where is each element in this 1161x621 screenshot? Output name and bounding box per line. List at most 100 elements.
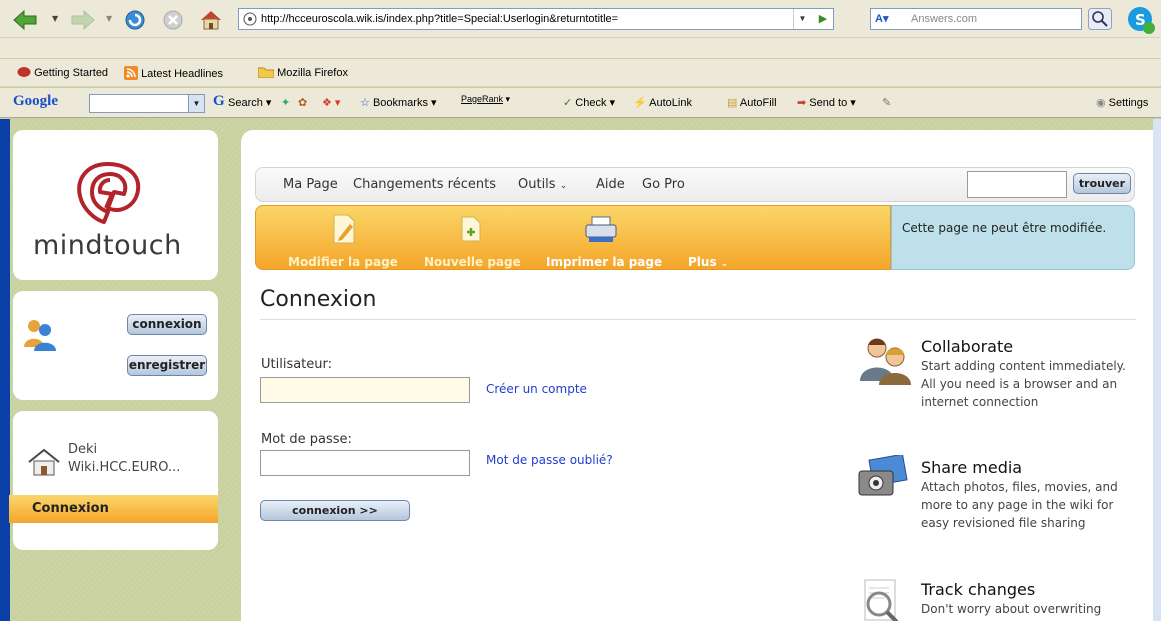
autofill-label: AutoFill (739, 97, 777, 109)
bookmark-latest-headlines[interactable]: Latest Headlines (124, 66, 223, 80)
mindtouch-logo-icon[interactable] (68, 158, 148, 228)
url-history-dropdown-icon[interactable]: ▼ (793, 9, 811, 29)
user-card: connexion enregistrer (13, 291, 218, 400)
skype-icon[interactable]: S (1126, 5, 1156, 35)
nav-help[interactable]: Aide (596, 177, 625, 192)
feature-share-media: Share media Attach photos, files, movies… (921, 458, 1131, 532)
firefox-bookmark-icon (17, 67, 31, 77)
password-label: Mot de passe: (261, 432, 352, 447)
forward-dropdown-icon[interactable]: ▼ (106, 14, 112, 23)
stop-icon[interactable] (160, 9, 186, 31)
nav-recent-changes[interactable]: Changements récents (353, 177, 496, 192)
autolink-label: AutoLink (649, 97, 692, 109)
feature-text: Don't worry about overwriting (921, 602, 1102, 616)
highlighter-icon[interactable]: ✎ (882, 96, 891, 109)
send-to-label: Send to (809, 97, 848, 109)
go-icon[interactable]: ▶ (813, 9, 833, 29)
home-page-link[interactable]: Deki Wiki.HCC.EURO... (68, 441, 208, 477)
google-logo[interactable]: Google (13, 93, 58, 110)
bookmark-getting-started[interactable]: Getting Started (17, 66, 108, 79)
back-dropdown-icon[interactable]: ▼ (52, 14, 58, 23)
browser-toolbar: ▼ ▼ http://hcceuroscola.wik.is/index.php… (0, 0, 1161, 58)
google-search-button[interactable]: Search ▾ (228, 96, 271, 109)
print-page-button[interactable]: Imprimer la page (546, 255, 662, 269)
top-navigation: Ma Page Changements récents Outils ⌄ Aid… (255, 167, 1135, 202)
autolink-button[interactable]: ⚡ AutoLink (633, 96, 692, 109)
password-field[interactable] (260, 450, 470, 476)
windows-logo-icon[interactable]: ❖ ▾ (322, 96, 340, 109)
bookmark-mozilla-firefox[interactable]: Mozilla Firefox (257, 66, 348, 79)
forgot-password-link[interactable]: Mot de passe oublié? (486, 453, 613, 467)
users-icon (24, 320, 56, 351)
chevron-down-icon: ⌄ (559, 181, 568, 191)
reload-icon[interactable] (122, 9, 148, 31)
spell-check-button[interactable]: ✓ Check ▾ (563, 96, 615, 109)
mindtouch-logo-text[interactable]: mindtouch (33, 230, 182, 261)
people-icon (860, 338, 911, 385)
google-g-icon: G (213, 93, 225, 109)
rss-feed-icon (124, 66, 138, 80)
chevron-down-icon: ⌄ (720, 259, 729, 269)
feature-title: Share media (921, 458, 1023, 477)
new-page-button[interactable]: Nouvelle page (424, 255, 521, 269)
search-go-icon[interactable] (1088, 8, 1112, 30)
print-page-icon (585, 216, 617, 242)
google-settings-button[interactable]: ◉ Settings (1096, 96, 1148, 109)
google-search-dropdown-icon[interactable]: ▼ (188, 95, 204, 112)
google-search-input[interactable]: ▼ (89, 94, 205, 113)
back-icon[interactable] (12, 9, 38, 31)
bookmarks-toolbar: Getting Started Latest Headlines Mozilla… (0, 59, 1161, 87)
register-button[interactable]: enregistrer (127, 355, 207, 376)
pagerank-indicator[interactable]: PageRank ▾ (461, 94, 510, 105)
send-arrow-icon: ➡ (797, 97, 807, 109)
title-divider (260, 319, 1136, 320)
content-panel: Ma Page Changements récents Outils ⌄ Aid… (241, 130, 1161, 621)
search-input[interactable] (967, 171, 1067, 198)
folder-icon (257, 67, 275, 79)
nav-go-pro[interactable]: Go Pro (642, 177, 685, 192)
settings-label: Settings (1108, 97, 1149, 109)
page-left-border (0, 119, 10, 621)
feature-track-changes: Track changes Don't worry about overwrit… (921, 580, 1131, 618)
google-search-label: Search (228, 97, 263, 109)
current-page-item[interactable]: Connexion (9, 495, 218, 523)
read-only-notice: Cette page ne peut être modifiée. (891, 205, 1135, 270)
search-engine-box[interactable]: A▾ Answers.com (870, 8, 1082, 30)
google-bookmarks-button[interactable]: ☆ Bookmarks ▾ (360, 96, 437, 109)
search-placeholder: Answers.com (911, 13, 978, 25)
news-icon[interactable]: ✦ (281, 96, 290, 109)
username-field[interactable] (260, 377, 470, 403)
answers-engine-icon[interactable]: A▾ (875, 9, 888, 29)
login-submit-button[interactable]: connexion >> (260, 500, 410, 521)
forward-icon[interactable] (70, 9, 96, 31)
vertical-scrollbar[interactable] (1153, 119, 1161, 621)
home-icon[interactable] (198, 9, 224, 31)
pagerank-label: PageRank (461, 94, 504, 104)
more-menu-button[interactable]: Plus ⌄ (688, 255, 728, 269)
new-page-icon (461, 216, 481, 242)
tools-label: Outils (518, 177, 556, 192)
username-label: Utilisateur: (261, 357, 333, 372)
feature-title: Track changes (921, 580, 1036, 599)
bookmark-label: Latest Headlines (141, 68, 224, 80)
settings-circle-icon: ◉ (1096, 97, 1106, 109)
send-to-button[interactable]: ➡ Send to ▾ (797, 96, 856, 109)
camera-photo-icon (858, 455, 908, 496)
logo-card: mindtouch (13, 130, 218, 280)
nav-tools[interactable]: Outils ⌄ (518, 177, 567, 192)
login-button[interactable]: connexion (127, 314, 207, 335)
form-icon: ▤ (727, 97, 738, 109)
edit-page-button[interactable]: Modifier la page (288, 255, 398, 269)
spellcheck-icon: ✓ (563, 97, 573, 109)
popup-blocker-icon[interactable]: ✿ (298, 96, 307, 109)
nav-my-page[interactable]: Ma Page (283, 177, 338, 192)
create-account-link[interactable]: Créer un compte (486, 382, 587, 396)
search-button[interactable]: trouver (1073, 173, 1131, 194)
wand-icon: ⚡ (633, 97, 647, 109)
url-bar[interactable]: http://hcceuroscola.wik.is/index.php?tit… (238, 8, 834, 30)
page-title: Connexion (260, 287, 377, 312)
feature-collaborate: Collaborate Start adding content immedia… (921, 337, 1131, 411)
autofill-button[interactable]: ▤ AutoFill (727, 96, 777, 109)
google-bookmarks-label: Bookmarks (372, 97, 428, 109)
bookmark-label: Getting Started (34, 67, 109, 79)
